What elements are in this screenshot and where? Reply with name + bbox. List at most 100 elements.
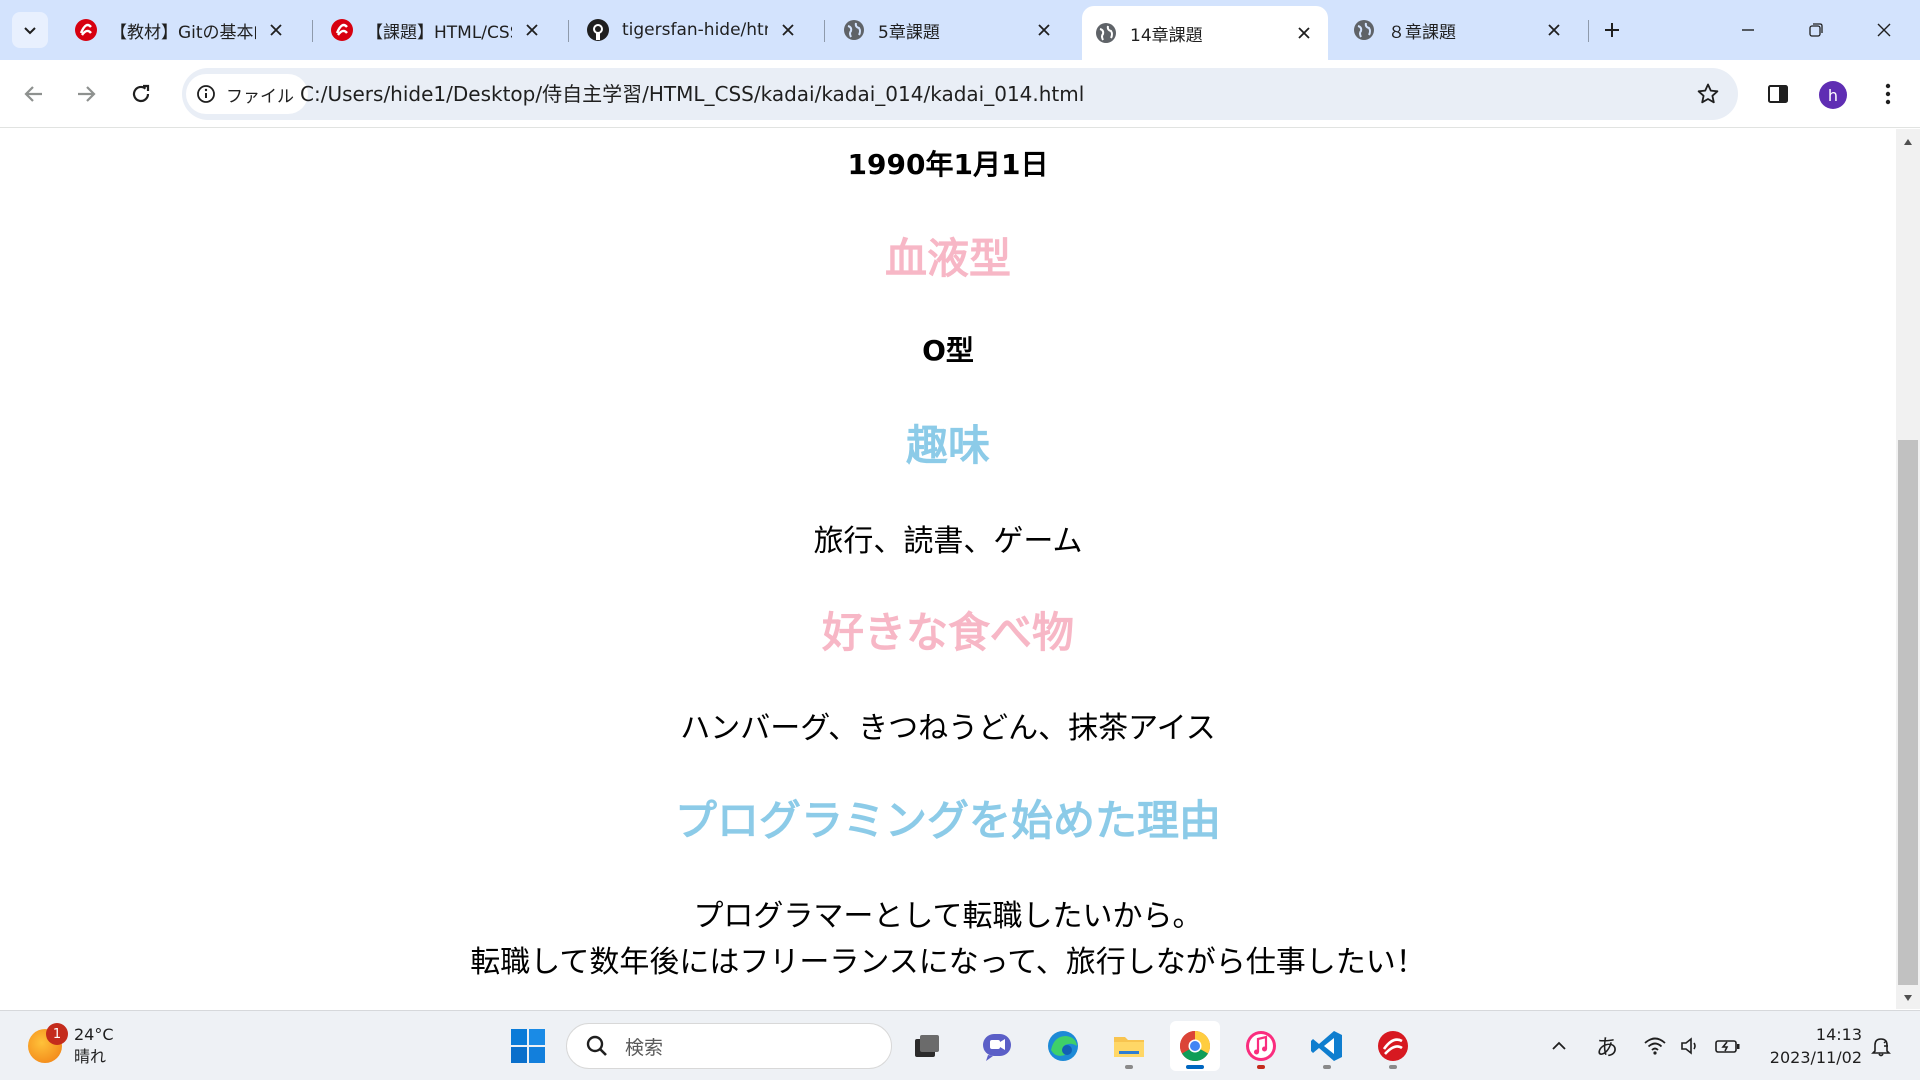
- vscode-app[interactable]: [1302, 1021, 1352, 1071]
- minimize-icon: [1742, 29, 1754, 31]
- tab-title: 【教材】Gitの基本的: [110, 22, 256, 43]
- arrow-right-icon: [78, 86, 96, 102]
- blood-type-heading: 血液型: [884, 234, 1011, 283]
- browser-toolbar: ファイル C:/Users/hide1/Desktop/侍自主学習/HTML_C…: [0, 60, 1920, 128]
- taskbar-search[interactable]: 検索: [566, 1023, 892, 1069]
- chevron-up-icon: [1552, 1041, 1566, 1050]
- notification-bell-button[interactable]: [1866, 1031, 1896, 1061]
- tab-title: 14章課題: [1130, 25, 1203, 46]
- scrollbar-thumb[interactable]: [1898, 440, 1918, 985]
- hobby-value: 旅行、読書、ゲーム: [813, 524, 1083, 559]
- wifi-icon[interactable]: [1638, 1031, 1672, 1061]
- itunes-app[interactable]: [1236, 1021, 1286, 1071]
- samurai-logo-icon: [74, 18, 98, 42]
- close-icon[interactable]: [1542, 18, 1566, 42]
- weather-temp: 24°C: [74, 1025, 114, 1044]
- tab-git-basics[interactable]: 【教材】Gitの基本的: [62, 8, 300, 52]
- restore-icon: [1809, 23, 1823, 37]
- plus-icon: [1605, 23, 1619, 37]
- github-icon: [586, 18, 610, 42]
- favorite-food-value: ハンバーグ、きつねうどん、抹茶アイス: [680, 711, 1216, 746]
- back-button[interactable]: [14, 74, 54, 114]
- favorite-food-heading: 好きな食べ物: [821, 608, 1074, 657]
- system-clock[interactable]: 14:13 2023/11/02: [1762, 1023, 1862, 1069]
- triangle-up-icon: [1904, 139, 1912, 145]
- arrow-left-icon: [24, 86, 42, 102]
- reload-button[interactable]: [121, 74, 161, 114]
- chat-icon: [983, 1034, 1011, 1061]
- active-indicator: [1186, 1065, 1204, 1069]
- teams-chat-app[interactable]: [972, 1021, 1022, 1071]
- tab-separator: [568, 20, 569, 42]
- chevron-down-icon: [24, 27, 36, 35]
- forward-button[interactable]: [66, 74, 106, 114]
- side-panel-icon: [1768, 85, 1788, 103]
- scroll-up-arrow[interactable]: [1896, 132, 1920, 152]
- tab-search-button[interactable]: [12, 12, 48, 48]
- tab-title: 5章課題: [878, 22, 940, 43]
- bell-icon: [1871, 1038, 1891, 1057]
- close-window-button[interactable]: [1860, 8, 1908, 52]
- search-icon: [583, 1032, 611, 1060]
- tab-separator: [824, 20, 825, 42]
- bookmark-button[interactable]: [1688, 74, 1728, 114]
- reload-icon: [132, 84, 150, 103]
- weather-text: 24°C 晴れ: [74, 1024, 114, 1068]
- close-icon[interactable]: [264, 18, 288, 42]
- close-icon: [1877, 23, 1891, 37]
- profile-avatar[interactable]: h: [1819, 81, 1847, 109]
- ime-indicator[interactable]: あ: [1590, 1031, 1624, 1061]
- minimize-button[interactable]: [1724, 8, 1772, 52]
- tab-chapter5[interactable]: 5章課題: [830, 8, 1068, 52]
- close-icon[interactable]: [776, 18, 800, 42]
- globe-icon: [842, 18, 866, 42]
- new-tab-button[interactable]: [1596, 14, 1628, 46]
- reason-line-1: プログラマーとして転職したいから。: [693, 899, 1203, 934]
- tab-separator: [312, 20, 313, 42]
- tab-chapter14[interactable]: 14章課題: [1082, 6, 1328, 60]
- show-hidden-icons-button[interactable]: [1544, 1031, 1574, 1061]
- star-icon: [1697, 83, 1719, 104]
- restore-button[interactable]: [1792, 8, 1840, 52]
- tab-separator: [1588, 20, 1589, 42]
- url-text[interactable]: C:/Users/hide1/Desktop/侍自主学習/HTML_CSS/ka…: [300, 68, 1084, 120]
- task-view-button[interactable]: [902, 1021, 952, 1071]
- close-icon[interactable]: [1292, 21, 1316, 45]
- tab-github[interactable]: tigersfan-hide/htm: [574, 8, 812, 52]
- running-indicator: [1125, 1065, 1133, 1069]
- side-panel-button[interactable]: [1758, 74, 1798, 114]
- site-info-chip[interactable]: ファイル: [186, 74, 308, 114]
- tab-chapter8[interactable]: ８章課題: [1340, 8, 1578, 52]
- tab-title: 【課題】HTML/CSSの: [366, 22, 512, 43]
- page-viewport: 1990年1月1日 血液型 O型 趣味 旅行、読書、ゲーム 好きな食べ物 ハンバ…: [0, 129, 1896, 1009]
- trend-micro-app[interactable]: [1368, 1021, 1418, 1071]
- file-explorer-app[interactable]: [1104, 1021, 1154, 1071]
- running-indicator: [1323, 1065, 1331, 1069]
- weather-widget[interactable]: 1 24°C 晴れ: [28, 1023, 114, 1069]
- start-button[interactable]: [508, 1026, 548, 1066]
- close-icon[interactable]: [520, 18, 544, 42]
- browser-menu-button[interactable]: [1868, 74, 1908, 114]
- weather-desc: 晴れ: [74, 1047, 107, 1066]
- tab-strip: 【教材】Gitの基本的 【課題】HTML/CSSの tigersfan-hide…: [0, 0, 1920, 60]
- running-indicator: [1257, 1065, 1265, 1069]
- hobby-heading: 趣味: [905, 421, 990, 470]
- chrome-app[interactable]: [1170, 1021, 1220, 1071]
- tab-html-css-assignment[interactable]: 【課題】HTML/CSSの: [318, 8, 556, 52]
- sun-icon: 1: [28, 1023, 68, 1063]
- triangle-down-icon: [1904, 995, 1912, 1001]
- edge-app[interactable]: [1038, 1021, 1088, 1071]
- scroll-down-arrow[interactable]: [1896, 988, 1920, 1008]
- globe-icon: [1352, 18, 1376, 42]
- windows-logo-icon: [511, 1029, 545, 1063]
- volume-icon[interactable]: [1674, 1031, 1708, 1061]
- notification-badge: 1: [46, 1023, 68, 1045]
- clock-date: 2023/11/02: [1769, 1048, 1862, 1067]
- globe-icon: [1094, 21, 1118, 45]
- reason-heading: プログラミングを始めた理由: [674, 796, 1221, 845]
- battery-icon[interactable]: [1710, 1031, 1746, 1061]
- close-icon[interactable]: [1032, 18, 1056, 42]
- address-bar[interactable]: ファイル C:/Users/hide1/Desktop/侍自主学習/HTML_C…: [182, 68, 1738, 120]
- search-placeholder: 検索: [625, 1036, 664, 1059]
- running-indicator: [1389, 1065, 1397, 1069]
